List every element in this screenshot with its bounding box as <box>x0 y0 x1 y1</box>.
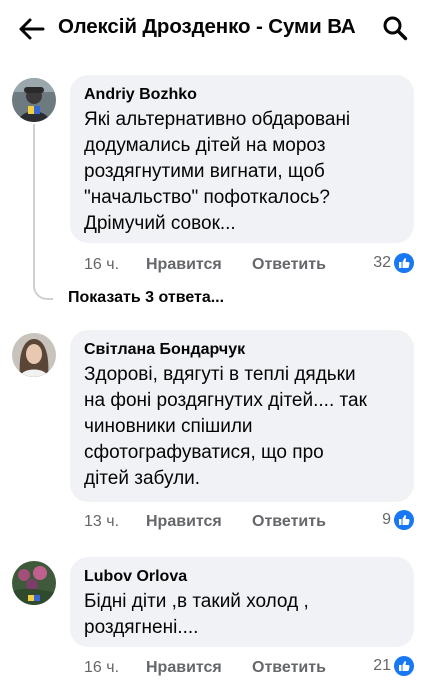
avatar[interactable] <box>12 333 56 377</box>
comment-text: Здорові, вдягуті в теплі дядьки на фоні … <box>84 364 367 489</box>
comment-bubble[interactable]: Lubov Orlova Бідні діти ,в такий холод ,… <box>70 557 414 647</box>
comment-text: Бідні діти ,в такий холод , роздягнені..… <box>84 591 309 638</box>
like-button[interactable]: Нравится <box>146 659 252 677</box>
comment-actions: 16 ч. Нравится Ответить <box>84 657 326 679</box>
arrow-left-icon <box>19 18 45 40</box>
thread-connector <box>33 124 53 300</box>
search-icon <box>383 16 408 41</box>
reaction-number: 9 <box>382 511 391 528</box>
like-button[interactable]: Нравится <box>146 513 252 531</box>
reply-button[interactable]: Ответить <box>252 659 326 677</box>
comment-author[interactable]: Andriy Bozhko <box>84 85 400 105</box>
avatar[interactable] <box>12 561 56 605</box>
comment-actions: 13 ч. Нравится Ответить <box>84 511 326 533</box>
search-button[interactable] <box>380 13 410 43</box>
thumbs-up-icon <box>394 510 414 530</box>
like-button[interactable]: Нравится <box>146 256 252 274</box>
comment-author[interactable]: Світлана Бондарчук <box>84 340 400 360</box>
reaction-count[interactable]: 21 <box>373 656 414 676</box>
reply-button[interactable]: Ответить <box>252 513 326 531</box>
reply-button[interactable]: Ответить <box>252 256 326 274</box>
thumbs-up-icon <box>394 656 414 676</box>
reaction-number: 32 <box>373 254 391 271</box>
show-replies-link[interactable]: Показать 3 ответа... <box>68 289 224 307</box>
comment-text: Які альтернативно обдаровані додумались … <box>84 109 351 234</box>
comment-author[interactable]: Lubov Orlova <box>84 567 400 587</box>
reaction-number: 21 <box>373 657 391 674</box>
top-bar: Олексій Дрозденко - Суми ВА <box>0 0 428 56</box>
reaction-count[interactable]: 32 <box>373 253 414 273</box>
thumbs-up-icon <box>394 253 414 273</box>
page-title: Олексій Дрозденко - Суми ВА <box>58 15 356 38</box>
reaction-count[interactable]: 9 <box>382 510 414 530</box>
avatar[interactable] <box>12 78 56 122</box>
comment-time[interactable]: 16 ч. <box>84 256 146 274</box>
comment-actions: 16 ч. Нравится Ответить <box>84 254 326 276</box>
comment-bubble[interactable]: Світлана Бондарчук Здорові, вдягуті в те… <box>70 330 414 502</box>
comment-time[interactable]: 16 ч. <box>84 659 146 677</box>
back-button[interactable] <box>16 14 46 44</box>
comment-bubble[interactable]: Andriy Bozhko Які альтернативно обдарова… <box>70 75 414 243</box>
comment-time[interactable]: 13 ч. <box>84 513 146 531</box>
